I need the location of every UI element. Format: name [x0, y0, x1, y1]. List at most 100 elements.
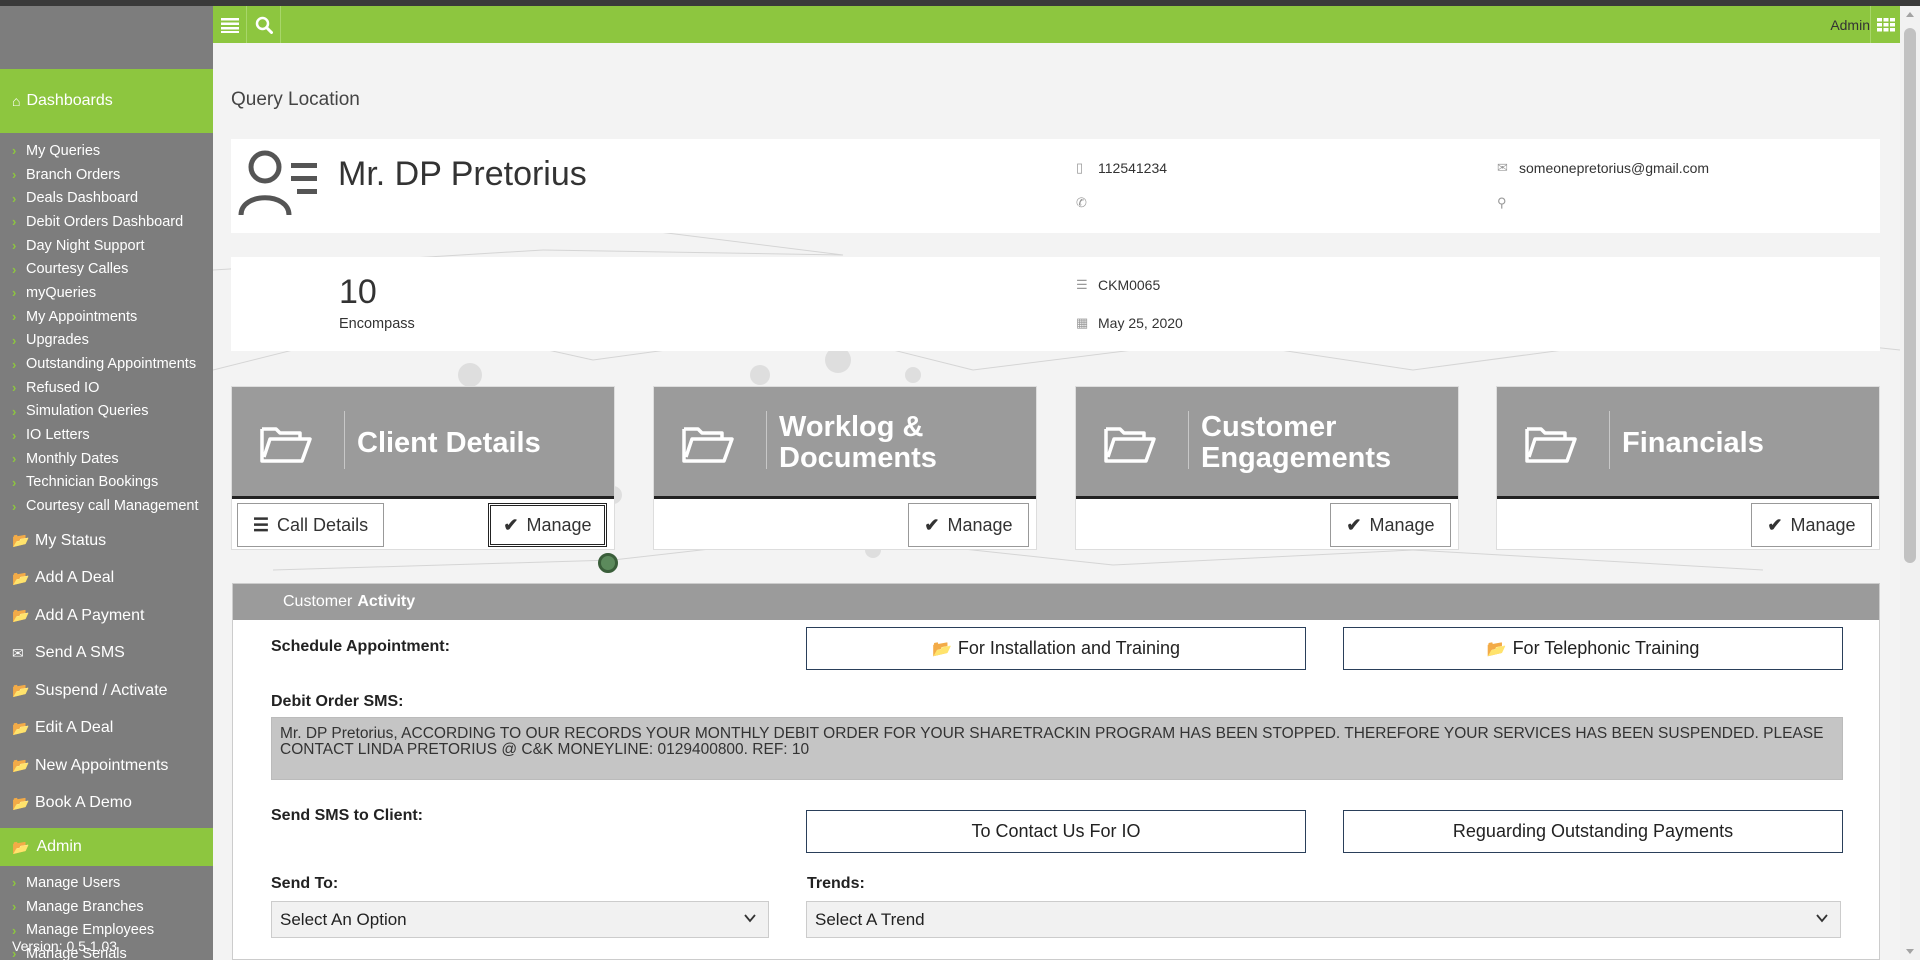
- tile-financials: Financials ✔ Manage: [1496, 386, 1880, 550]
- call-details-button[interactable]: ☰ Call Details: [237, 503, 384, 547]
- manage-button[interactable]: ✔ Manage: [908, 503, 1029, 547]
- sidebar-main-menu: 📂 My Status 📂 Add A Deal 📂 Add A Payment ✉ S…: [0, 522, 213, 822]
- list-icon: [220, 17, 239, 33]
- chevron-right-icon: ›: [12, 427, 17, 443]
- page-title: Query Location: [231, 89, 360, 110]
- check-icon: ✔: [503, 514, 519, 535]
- sidebar-item-io-letters[interactable]: › IO Letters: [0, 423, 213, 447]
- chevron-right-icon: ›: [12, 899, 17, 915]
- user-menu[interactable]: Admin: [1830, 6, 1870, 43]
- phone-icon: ✆: [1076, 195, 1087, 210]
- chevron-right-icon: ›: [12, 875, 17, 891]
- scroll-up-arrow-icon[interactable]: [1906, 12, 1914, 17]
- tile-worklog-documents: Worklog & Documents ✔ Manage: [653, 386, 1037, 550]
- trends-select[interactable]: Select A Trend: [806, 901, 1841, 938]
- sidebar-item-edit-a-deal[interactable]: 📂 Edit A Deal: [0, 710, 213, 748]
- sidebar-item-book-a-demo[interactable]: 📂 Book A Demo: [0, 785, 213, 823]
- user-list-icon: [238, 150, 317, 216]
- chevron-right-icon: ›: [12, 190, 17, 206]
- sidebar-item-courtesy-calles[interactable]: › Courtesy Calles: [0, 257, 213, 281]
- sidebar-item-manage-users[interactable]: › Manage Users: [0, 871, 213, 895]
- chevron-right-icon: ›: [12, 332, 17, 348]
- debit-order-sms-label: Debit Order SMS:: [271, 693, 404, 710]
- contact-us-io-button[interactable]: To Contact Us For IO: [806, 810, 1306, 853]
- deal-code: ☰ CKM0065: [1076, 277, 1161, 293]
- sidebar-item-my-queries[interactable]: › My Queries: [0, 139, 213, 163]
- outstanding-payments-button[interactable]: Reguarding Outstanding Payments: [1343, 810, 1843, 853]
- sidebar-item-deals-dashboard[interactable]: › Deals Dashboard: [0, 186, 213, 210]
- scrollbar-thumb[interactable]: [1904, 28, 1916, 563]
- dashboard-submenu: › My Queries › Branch Orders › Deals Dashbo…: [0, 139, 213, 518]
- installation-training-button[interactable]: 📂 For Installation and Training: [806, 627, 1306, 670]
- scroll-down-arrow-icon[interactable]: [1906, 949, 1914, 954]
- tile-header: Client Details: [232, 387, 614, 499]
- mobile-icon: ▯: [1076, 160, 1084, 175]
- chevron-right-icon: ›: [12, 403, 17, 419]
- sidebar: ⌂ Dashboards › My Queries › Branch Orders …: [0, 6, 213, 960]
- sidebar-item-upgrades[interactable]: › Upgrades: [0, 329, 213, 353]
- folder-open-icon: [260, 427, 312, 463]
- version-label: Version: 0.5.1.03: [12, 938, 118, 954]
- apps-button[interactable]: [1870, 6, 1900, 43]
- deal-number: 10: [339, 273, 377, 311]
- sidebar-item-add-a-payment[interactable]: 📂 Add A Payment: [0, 597, 213, 635]
- tile-title: Financials: [1622, 426, 1764, 459]
- manage-button[interactable]: ✔ Manage: [1751, 503, 1872, 547]
- sidebar-item-my-status[interactable]: 📂 My Status: [0, 522, 213, 560]
- tile-header: Customer Engagements: [1076, 387, 1458, 499]
- manage-button[interactable]: ✔ Manage: [1330, 503, 1451, 547]
- check-icon: ✔: [1346, 514, 1362, 535]
- sidebar-item-admin[interactable]: 📂 Admin: [0, 828, 213, 866]
- client-email: ✉ someonepretorius@gmail.com: [1497, 160, 1710, 176]
- top-bar: Admin: [213, 6, 1900, 43]
- telephonic-training-button[interactable]: 📂 For Telephonic Training: [1343, 627, 1843, 670]
- customer-activity-panel: Customer Activity Schedule Appointment: 📂…: [232, 583, 1880, 960]
- sidebar-item-day-night-support[interactable]: › Day Night Support: [0, 234, 213, 258]
- map-marker-icon: ⚲: [1497, 195, 1507, 210]
- sidebar-item-manage-branches[interactable]: › Manage Branches: [0, 895, 213, 919]
- sidebar-item-monthly-dates[interactable]: › Monthly Dates: [0, 447, 213, 471]
- client-name: Mr. DP Pretorius: [338, 155, 587, 193]
- list-icon: ☰: [252, 514, 270, 535]
- sidebar-item-outstanding-appointments[interactable]: › Outstanding Appointments: [0, 352, 213, 376]
- sidebar-item-branch-orders[interactable]: › Branch Orders: [0, 163, 213, 187]
- debit-order-sms-textarea[interactable]: Mr. DP Pretorius, ACCORDING TO OUR RECOR…: [271, 717, 1843, 780]
- deal-product: Encompass: [339, 316, 415, 332]
- sidebar-item-send-a-sms[interactable]: ✉ Send A SMS: [0, 635, 213, 673]
- chevron-right-icon: ›: [12, 498, 17, 514]
- sidebar-item-courtesy-call-management[interactable]: › Courtesy call Management: [0, 494, 213, 518]
- sidebar-item-new-appointments[interactable]: 📂 New Appointments: [0, 747, 213, 785]
- sidebar-item-my-appointments[interactable]: › My Appointments: [0, 305, 213, 329]
- folder-open-icon: 📂: [12, 757, 30, 774]
- page-scrollbar[interactable]: [1900, 6, 1920, 960]
- manage-button[interactable]: ✔ Manage: [488, 503, 607, 547]
- folder-open-icon: 📂: [12, 719, 30, 736]
- chevron-right-icon: ›: [12, 238, 17, 254]
- send-to-select[interactable]: Select An Option: [271, 901, 769, 938]
- sidebar-item-myqueries[interactable]: › myQueries: [0, 281, 213, 305]
- search-button[interactable]: [247, 6, 281, 43]
- tile-header: Financials: [1497, 387, 1879, 499]
- deal-date: ▦ May 25, 2020: [1076, 315, 1183, 331]
- sidebar-item-technician-bookings[interactable]: › Technician Bookings: [0, 471, 213, 495]
- sidebar-item-debit-orders-dashboard[interactable]: › Debit Orders Dashboard: [0, 210, 213, 234]
- chevron-down-icon: [744, 914, 756, 923]
- check-icon: ✔: [1767, 514, 1783, 535]
- sidebar-item-suspend-activate[interactable]: 📂 Suspend / Activate: [0, 672, 213, 710]
- chevron-right-icon: ›: [12, 285, 17, 301]
- sidebar-item-simulation-queries[interactable]: › Simulation Queries: [0, 400, 213, 424]
- tile-customer-engagements: Customer Engagements ✔ Manage: [1075, 386, 1459, 550]
- sidebar-item-refused-io[interactable]: › Refused IO: [0, 376, 213, 400]
- tile-client-details: Client Details ☰ Call Details ✔ Manage: [231, 386, 615, 550]
- chevron-right-icon: ›: [12, 356, 17, 372]
- menu-toggle-button[interactable]: [213, 6, 247, 43]
- folder-open-icon: 📂: [12, 569, 30, 586]
- sidebar-item-add-a-deal[interactable]: 📂 Add A Deal: [0, 560, 213, 598]
- folder-open-icon: 📂: [1486, 640, 1507, 658]
- chevron-down-icon: [1816, 914, 1828, 923]
- folder-open-icon: 📂: [12, 532, 30, 549]
- tile-divider: [344, 411, 345, 469]
- sidebar-item-dashboards[interactable]: ⌂ Dashboards: [0, 69, 213, 133]
- folder-open-icon: [1525, 427, 1577, 463]
- client-phone: ✆: [1076, 195, 1098, 211]
